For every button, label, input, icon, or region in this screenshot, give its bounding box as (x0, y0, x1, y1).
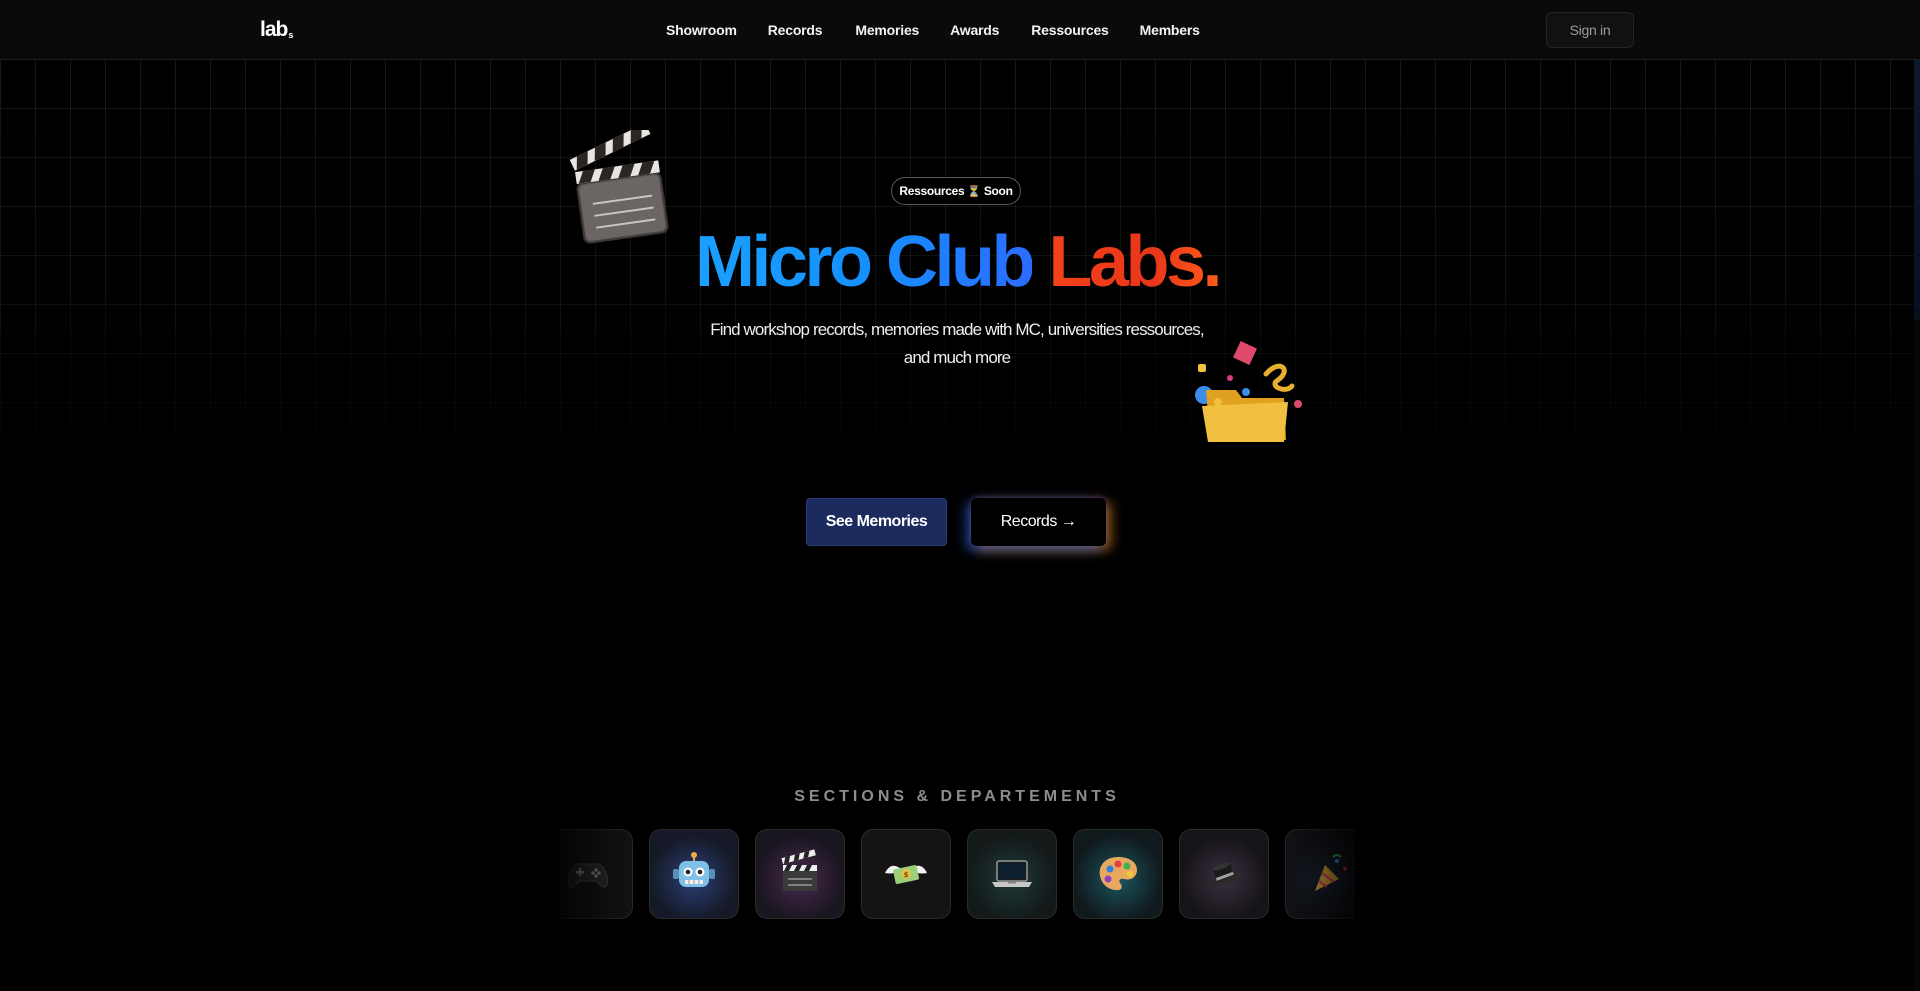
title-red-part: Labs. (1048, 222, 1222, 302)
gamepad-icon (568, 863, 608, 888)
party-popper-icon (1315, 854, 1347, 891)
robot-icon (673, 852, 715, 887)
nav-link-awards[interactable]: Awards (950, 22, 999, 38)
nav-link-memories[interactable]: Memories (855, 22, 919, 38)
section-tile-events[interactable] (1179, 829, 1269, 919)
logo[interactable]: labs (260, 18, 293, 42)
sections-carousel: $ (560, 828, 1355, 922)
section-tile-gaming[interactable] (560, 829, 633, 919)
svg-text:$: $ (904, 871, 909, 879)
badge-status: Soon (983, 184, 1013, 198)
status-badge: Ressources ⏳ Soon (891, 177, 1021, 205)
subtitle-line-2: and much more (903, 348, 1011, 367)
money-wings-icon: $ (885, 865, 927, 884)
nav-link-showroom[interactable]: Showroom (666, 22, 737, 38)
laptop-icon (992, 860, 1032, 887)
page-title: Micro Club Labs. (0, 222, 1914, 302)
nav-link-members[interactable]: Members (1140, 22, 1200, 38)
folder-3d-icon (1188, 340, 1306, 448)
section-tile-robotics[interactable] (649, 829, 739, 919)
top-hat-icon (1210, 862, 1243, 887)
section-tile-development[interactable] (967, 829, 1057, 919)
nav-link-records[interactable]: Records (768, 22, 823, 38)
records-button[interactable]: Records → (971, 498, 1106, 546)
nav-link-ressources[interactable]: Ressources (1031, 22, 1109, 38)
badge-label: Ressources (899, 184, 965, 198)
nav-links: Showroom Records Memories Awards Ressour… (666, 0, 1200, 60)
scrollbar[interactable] (1914, 0, 1920, 991)
sign-in-button[interactable]: Sign in (1546, 12, 1634, 48)
logo-sub: s (288, 30, 293, 40)
sections-heading: SECTIONS & DEPARTEMENTS (794, 788, 1120, 805)
hero-subtitle: Find workshop records, memories made wit… (0, 316, 1914, 372)
section-tile-celebrations[interactable] (1285, 829, 1355, 919)
top-navbar: labs Showroom Records Memories Awards Re… (0, 0, 1920, 60)
clapperboard-icon (781, 849, 817, 891)
see-memories-button[interactable]: See Memories (806, 498, 947, 546)
palette-icon (1099, 857, 1137, 891)
section-tile-finance[interactable]: $ (861, 829, 951, 919)
logo-text: lab (260, 18, 288, 41)
title-blue-part: Micro Club (694, 222, 1036, 302)
section-tile-media[interactable] (755, 829, 845, 919)
hourglass-icon: ⏳ (967, 185, 981, 198)
subtitle-line-1: Find workshop records, memories made wit… (710, 320, 1204, 339)
section-tile-design[interactable] (1073, 829, 1163, 919)
